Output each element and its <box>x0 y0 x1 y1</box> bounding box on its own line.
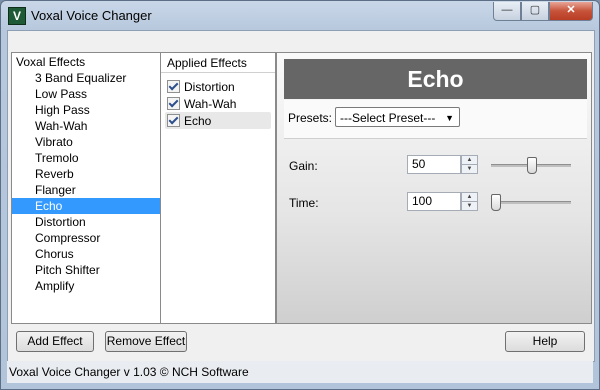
help-button[interactable]: Help <box>505 331 585 352</box>
effect-item-distortion[interactable]: Distortion <box>12 214 160 230</box>
echo-checkbox[interactable] <box>167 114 180 127</box>
effect-item-wah-wah[interactable]: Wah-Wah <box>12 118 160 134</box>
presets-selected-value: ---Select Preset--- <box>340 111 436 125</box>
presets-area: Presets: ---Select Preset--- ▼ <box>284 100 587 139</box>
effect-item-compressor[interactable]: Compressor <box>12 230 160 246</box>
distortion-checkbox[interactable] <box>167 80 180 93</box>
add-effect-button[interactable]: Add Effect <box>16 331 94 352</box>
gain-label: Gain: <box>289 159 318 173</box>
effect-item-flanger[interactable]: Flanger <box>12 182 160 198</box>
effect-item-vibrato[interactable]: Vibrato <box>12 134 160 150</box>
effect-item-high-pass[interactable]: High Pass <box>12 102 160 118</box>
presets-label: Presets: <box>288 111 333 125</box>
gain-input[interactable]: 50 <box>407 155 461 174</box>
time-input[interactable]: 100 <box>407 192 461 211</box>
applied-effects-panel: Applied Effects Distortion Wah-Wah Echo <box>160 52 276 324</box>
dropdown-arrow-icon: ▼ <box>445 113 454 123</box>
maximize-icon[interactable]: ▢ <box>521 2 549 21</box>
close-icon[interactable]: ✕ <box>549 2 593 21</box>
applied-effects-header: Applied Effects <box>161 53 275 73</box>
effect-item-reverb[interactable]: Reverb <box>12 166 160 182</box>
spin-down-icon[interactable]: ▼ <box>462 202 477 210</box>
time-slider-thumb[interactable] <box>491 194 501 211</box>
applied-item-echo[interactable]: Echo <box>165 112 271 129</box>
spin-up-icon[interactable]: ▲ <box>462 156 477 165</box>
remove-effect-button[interactable]: Remove Effect <box>105 331 187 352</box>
effect-item-amplify[interactable]: Amplify <box>12 278 160 294</box>
app-window: V Voxal Voice Changer — ▢ ✕ Voxal Effect… <box>0 0 600 390</box>
applied-item-distortion[interactable]: Distortion <box>165 78 271 95</box>
window-title: Voxal Voice Changer <box>31 8 152 23</box>
applied-item-label: Wah-Wah <box>184 96 237 111</box>
applied-item-wah-wah[interactable]: Wah-Wah <box>165 95 271 112</box>
effects-list: 3 Band Equalizer Low Pass High Pass Wah-… <box>12 70 160 294</box>
spin-up-icon[interactable]: ▲ <box>462 193 477 202</box>
spin-down-icon[interactable]: ▼ <box>462 165 477 173</box>
minimize-icon[interactable]: — <box>493 2 521 21</box>
applied-item-label: Distortion <box>184 79 235 94</box>
applied-effects-list: Distortion Wah-Wah Echo <box>165 78 271 129</box>
effect-item-pitch-shifter[interactable]: Pitch Shifter <box>12 262 160 278</box>
effect-item-3-band-equalizer[interactable]: 3 Band Equalizer <box>12 70 160 86</box>
effects-panel: Voxal Effects 3 Band Equalizer Low Pass … <box>11 52 161 324</box>
time-slider[interactable] <box>491 201 571 204</box>
time-spinner[interactable]: ▲ ▼ <box>461 192 478 211</box>
applied-item-label: Echo <box>184 113 212 128</box>
wah-wah-checkbox[interactable] <box>167 97 180 110</box>
effect-settings-panel: Echo Presets: ---Select Preset--- ▼ Gain… <box>276 52 592 324</box>
status-bar: Voxal Voice Changer v 1.03 © NCH Softwar… <box>7 361 593 383</box>
gain-slider-thumb[interactable] <box>527 157 537 174</box>
effect-item-low-pass[interactable]: Low Pass <box>12 86 160 102</box>
effect-item-echo[interactable]: Echo <box>12 198 160 214</box>
time-label: Time: <box>289 196 319 210</box>
effect-item-chorus[interactable]: Chorus <box>12 246 160 262</box>
effect-title: Echo <box>284 59 587 99</box>
gain-spinner[interactable]: ▲ ▼ <box>461 155 478 174</box>
main-area: Voxal Effects 3 Band Equalizer Low Pass … <box>7 30 595 362</box>
effect-item-tremolo[interactable]: Tremolo <box>12 150 160 166</box>
window-controls: — ▢ ✕ <box>493 2 593 21</box>
title-bar[interactable]: V Voxal Voice Changer — ▢ ✕ <box>1 1 599 29</box>
presets-dropdown[interactable]: ---Select Preset--- ▼ <box>335 107 460 127</box>
effects-header: Voxal Effects <box>16 55 86 69</box>
app-logo-icon: V <box>8 7 26 25</box>
